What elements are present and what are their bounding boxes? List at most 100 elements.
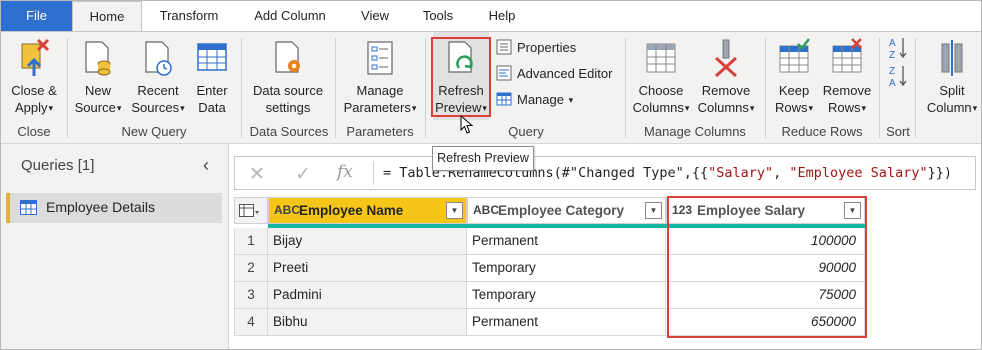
refresh-preview-tooltip: Refresh Preview <box>432 146 534 171</box>
group-label-reduce-rows: Reduce Rows <box>781 124 863 139</box>
new-source-label-1: New <box>84 83 111 98</box>
table-options-button[interactable] <box>234 197 268 224</box>
chevron-down-icon: ▾ <box>684 103 690 113</box>
query-item-employee-details[interactable]: Employee Details <box>6 193 222 223</box>
tab-transform[interactable]: Transform <box>151 1 227 31</box>
cell-employee-category[interactable]: Temporary <box>467 282 666 309</box>
formula-suffix: }}) <box>927 165 952 181</box>
enter-data-button[interactable]: Enter Data <box>191 32 233 120</box>
group-label-close: Close <box>17 124 51 139</box>
remove-columns-icon <box>714 39 738 78</box>
refresh-preview-highlight-box <box>431 37 491 117</box>
mouse-cursor-icon <box>460 115 474 134</box>
new-source-label-2: Source <box>74 100 116 115</box>
data-source-settings-button[interactable]: Data source settings <box>247 32 329 120</box>
function-fx-icon[interactable]: fx <box>337 162 353 182</box>
cell-employee-name[interactable]: Padmini <box>268 282 467 309</box>
text-type-icon[interactable]: ABC <box>274 198 300 223</box>
cell-employee-name[interactable]: Bijay <box>268 228 467 255</box>
properties-label: Properties <box>517 40 577 55</box>
ribbon-separator <box>241 38 242 138</box>
data-source-settings-label-2: settings <box>265 100 311 115</box>
settings-gear-icon <box>275 41 300 73</box>
enter-data-label-2: Data <box>198 100 226 115</box>
svg-text:Z: Z <box>889 50 895 60</box>
choose-columns-icon <box>646 43 676 73</box>
manage-button[interactable]: Manage ▾ <box>496 89 573 111</box>
collapse-chevron-icon[interactable]: ‹ <box>203 155 209 176</box>
formula-string-old-name: "Salary" <box>708 165 774 181</box>
text-type-icon[interactable]: ABC <box>473 198 499 223</box>
group-label-new-query: New Query <box>121 124 187 139</box>
column-header-label: Employee Name <box>299 203 404 218</box>
queries-pane: Queries [1] ‹ Employee Details <box>1 144 229 349</box>
cell-employee-category[interactable]: Temporary <box>467 255 666 282</box>
filter-dropdown-icon[interactable]: ▼ <box>446 202 463 219</box>
advanced-editor-button[interactable]: Advanced Editor <box>496 63 612 85</box>
row-number[interactable]: 2 <box>234 255 268 282</box>
column-header-employee-name[interactable]: ABC Employee Name ▼ <box>268 197 467 224</box>
tab-help[interactable]: Help <box>477 1 527 31</box>
group-label-parameters: Parameters <box>346 124 414 139</box>
tab-view[interactable]: View <box>351 1 399 31</box>
new-source-button[interactable]: New Source▾ <box>71 32 125 120</box>
split-column-label-2: Column <box>926 100 972 115</box>
chevron-down-icon: ▾ <box>861 103 867 113</box>
recent-sources-icon <box>145 41 172 76</box>
recent-sources-button[interactable]: Recent Sources▾ <box>127 32 189 120</box>
filter-dropdown-icon[interactable]: ▼ <box>645 202 662 219</box>
cell-employee-name[interactable]: Bibhu <box>268 309 467 336</box>
query-item-label: Employee Details <box>46 199 155 215</box>
manage-parameters-button[interactable]: Manage Parameters▾ <box>339 32 421 120</box>
row-number[interactable]: 4 <box>234 309 268 336</box>
tab-add-column[interactable]: Add Column <box>241 1 339 31</box>
keep-rows-button[interactable]: Keep Rows▾ <box>771 32 817 120</box>
choose-columns-label-1: Choose <box>638 83 684 98</box>
ribbon-separator <box>879 38 880 138</box>
properties-button[interactable]: Properties <box>496 37 576 59</box>
cell-employee-category[interactable]: Permanent <box>467 309 666 336</box>
ribbon-separator <box>765 38 766 138</box>
choose-columns-button[interactable]: Choose Columns▾ <box>629 32 693 120</box>
ribbon-separator <box>915 38 916 138</box>
split-column-button[interactable]: Split Column▾ <box>921 32 981 120</box>
chevron-down-icon: ▾ <box>972 103 978 113</box>
column-header-employee-category[interactable]: ABC Employee Category ▼ <box>467 197 666 224</box>
table-icon <box>20 200 37 215</box>
ribbon-separator <box>625 38 626 138</box>
cancel-icon[interactable]: ✕ <box>249 163 265 186</box>
data-source-settings-label-1: Data source <box>252 83 324 98</box>
tab-file[interactable]: File <box>1 1 72 31</box>
confirm-check-icon[interactable]: ✓ <box>295 163 311 186</box>
chevron-down-icon: ▾ <box>568 95 574 105</box>
chevron-down-icon: ▾ <box>48 103 54 113</box>
tab-tools[interactable]: Tools <box>413 1 463 31</box>
sort-ascending-button[interactable]: A Z <box>885 36 911 62</box>
group-label-data-sources: Data Sources <box>249 124 329 139</box>
remove-rows-button[interactable]: Remove Rows▾ <box>819 32 875 120</box>
tab-home[interactable]: Home <box>72 1 142 32</box>
parameters-icon <box>367 41 393 75</box>
properties-icon <box>496 39 512 55</box>
close-apply-button[interactable]: Close & Apply▾ <box>5 32 63 120</box>
row-number[interactable]: 3 <box>234 282 268 309</box>
new-source-icon <box>85 41 111 76</box>
split-column-label-1: Split <box>939 83 965 98</box>
formula-string-new-name: "Employee Salary" <box>789 165 928 181</box>
row-number[interactable]: 1 <box>234 228 268 255</box>
remove-columns-button[interactable]: Remove Columns▾ <box>693 32 759 120</box>
keep-rows-label-2: Rows <box>774 100 808 115</box>
cell-employee-name[interactable]: Preeti <box>268 255 467 282</box>
cell-employee-category[interactable]: Permanent <box>467 228 666 255</box>
recent-sources-label-2: Sources <box>131 100 180 115</box>
close-apply-label-2: Apply <box>14 100 48 115</box>
group-label-manage-columns: Manage Columns <box>644 124 746 139</box>
advanced-editor-icon <box>496 65 512 81</box>
close-apply-label-1: Close & <box>11 83 57 98</box>
sort-descending-button[interactable]: Z A <box>885 64 911 90</box>
chevron-down-icon: ▾ <box>411 103 417 113</box>
ribbon-separator <box>335 38 336 138</box>
power-query-editor-window: File Home Transform Add Column View Tool… <box>0 0 982 350</box>
remove-columns-label-1: Remove <box>701 83 751 98</box>
chevron-down-icon: ▾ <box>180 103 185 113</box>
